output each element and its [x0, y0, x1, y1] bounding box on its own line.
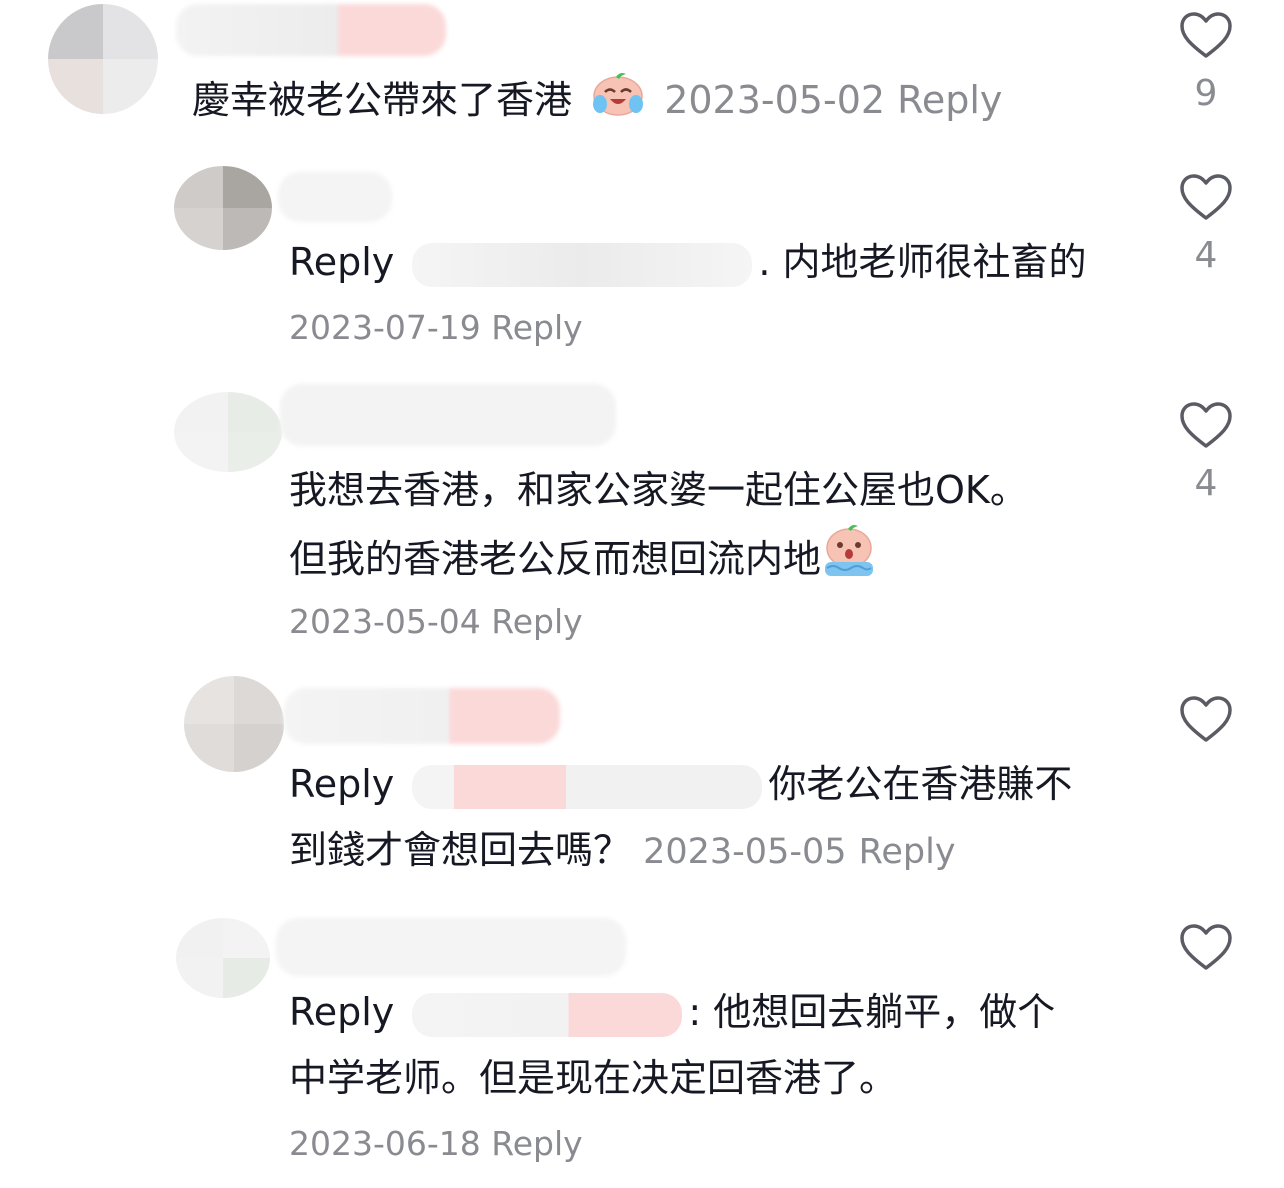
like-button[interactable]: 4 — [1176, 172, 1236, 276]
comment-body-line1: 你老公在香港賺不 — [768, 762, 1073, 806]
comment-date: 2023-05-02 — [664, 78, 886, 122]
mention-redacted[interactable] — [412, 764, 763, 809]
crying-laughing-emoji-icon — [592, 70, 644, 135]
mention-redacted[interactable] — [412, 992, 683, 1037]
avatar[interactable] — [48, 4, 158, 114]
username-redacted[interactable] — [280, 384, 616, 446]
like-count: 4 — [1194, 463, 1218, 504]
comment-meta: 2023-05-04 Reply — [289, 602, 583, 641]
comment-body-line2: 但我的香港老公反而想回流内地 — [289, 537, 822, 581]
comment-body-line1: : 他想回去躺平，做个 — [688, 990, 1056, 1034]
like-button[interactable]: 9 — [1176, 10, 1236, 114]
like-button[interactable] — [1176, 922, 1236, 986]
comment-body: 慶幸被老公帶來了香港 — [192, 78, 573, 122]
username-redacted[interactable] — [276, 918, 626, 976]
reply-button[interactable]: Reply — [897, 78, 1002, 122]
reply-button[interactable]: Reply — [859, 832, 956, 872]
comment-date: 2023-07-19 — [289, 308, 481, 347]
heart-outline-icon — [1180, 174, 1232, 220]
comment-meta: 2023-06-18 Reply — [289, 1124, 583, 1163]
comment-text: 中学老师。但是现在决定回香港了。 — [289, 1046, 897, 1110]
heart-outline-icon — [1180, 924, 1232, 970]
comment-date: 2023-05-04 — [289, 602, 481, 641]
comment-text: Reply . 内地老师很社畜的 — [289, 230, 1087, 294]
comment-text: 到錢才會想回去嗎？ 2023-05-05 Reply — [289, 818, 956, 884]
comment-text: 慶幸被老公帶來了香港 2023-05-02 Reply — [192, 68, 1002, 135]
avatar[interactable] — [184, 676, 284, 772]
comment-text: 我想去香港，和家公家婆一起住公屋也OK。 — [289, 458, 1028, 522]
comment-body-line1: 我想去香港，和家公家婆一起住公屋也OK。 — [289, 468, 1028, 512]
like-button[interactable]: 4 — [1176, 400, 1236, 504]
username-redacted[interactable] — [284, 688, 560, 744]
comment-text: 但我的香港老公反而想回流内地 — [289, 524, 885, 599]
mention-redacted[interactable] — [412, 242, 753, 287]
like-count: 9 — [1194, 73, 1218, 114]
username-redacted[interactable] — [278, 172, 392, 222]
reply-prefix: Reply — [289, 990, 395, 1034]
heart-outline-icon — [1180, 402, 1232, 448]
reply-button[interactable]: Reply — [491, 1124, 582, 1163]
comment-body-line2: 到錢才會想回去嗎？ — [289, 828, 632, 872]
comment-text: Reply 你老公在香港賺不 — [289, 752, 1072, 816]
comment-meta: 2023-07-19 Reply — [289, 308, 583, 347]
heart-outline-icon — [1180, 696, 1232, 742]
avatar[interactable] — [174, 392, 282, 472]
comment-date: 2023-05-05 — [643, 832, 847, 872]
like-count: 4 — [1194, 235, 1218, 276]
comment-text: Reply : 他想回去躺平，做个 — [289, 980, 1055, 1044]
heart-outline-icon — [1180, 12, 1232, 58]
avatar[interactable] — [174, 166, 272, 250]
comment-date: 2023-06-18 — [289, 1124, 481, 1163]
avatar[interactable] — [176, 918, 270, 998]
like-button[interactable] — [1176, 694, 1236, 758]
sobbing-emoji-icon — [821, 524, 877, 599]
reply-prefix: Reply — [289, 762, 395, 806]
reply-button[interactable]: Reply — [491, 308, 582, 347]
comment-body: . 内地老师很社畜的 — [758, 240, 1087, 284]
reply-button[interactable]: Reply — [491, 602, 582, 641]
username-redacted[interactable] — [176, 4, 446, 56]
comment-body-line2: 中学老师。但是现在决定回香港了。 — [289, 1056, 898, 1100]
reply-prefix: Reply — [289, 240, 395, 284]
